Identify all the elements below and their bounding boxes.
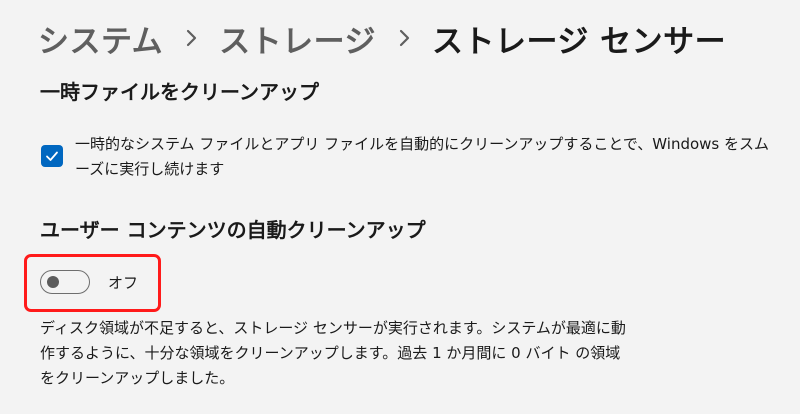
user-content-description: ディスク領域が不足すると、ストレージ センサーが実行されます。システムが最適に動… (40, 319, 626, 387)
user-content-toggle-row[interactable]: オフ (40, 270, 138, 294)
temp-files-checkbox-label: 一時的なシステム ファイルとアプリ ファイルを自動的にクリーンアップすることで、… (75, 135, 770, 178)
chevron-right-icon (163, 29, 219, 47)
breadcrumb: システム ストレージ ストレージ センサー (38, 14, 726, 62)
storage-sense-page: システム ストレージ ストレージ センサー 一時ファイルをクリーンアップ 一時的… (0, 0, 800, 414)
temp-files-checkbox[interactable] (41, 145, 63, 167)
toggle-knob (47, 276, 59, 288)
user-content-toggle[interactable] (40, 270, 90, 294)
temp-files-checkbox-row[interactable]: 一時的なシステム ファイルとアプリ ファイルを自動的にクリーンアップすることで、… (41, 132, 781, 182)
breadcrumb-item-storage[interactable]: ストレージ (219, 16, 376, 61)
chevron-right-icon (376, 29, 432, 47)
breadcrumb-item-system[interactable]: システム (38, 16, 163, 61)
user-content-heading: ユーザー コンテンツの自動クリーンアップ (40, 218, 426, 242)
page-title: ストレージ センサー (431, 23, 727, 60)
checkmark-icon (46, 151, 58, 161)
temp-files-heading: 一時ファイルをクリーンアップ (40, 80, 319, 104)
toggle-state-label: オフ (108, 273, 139, 292)
